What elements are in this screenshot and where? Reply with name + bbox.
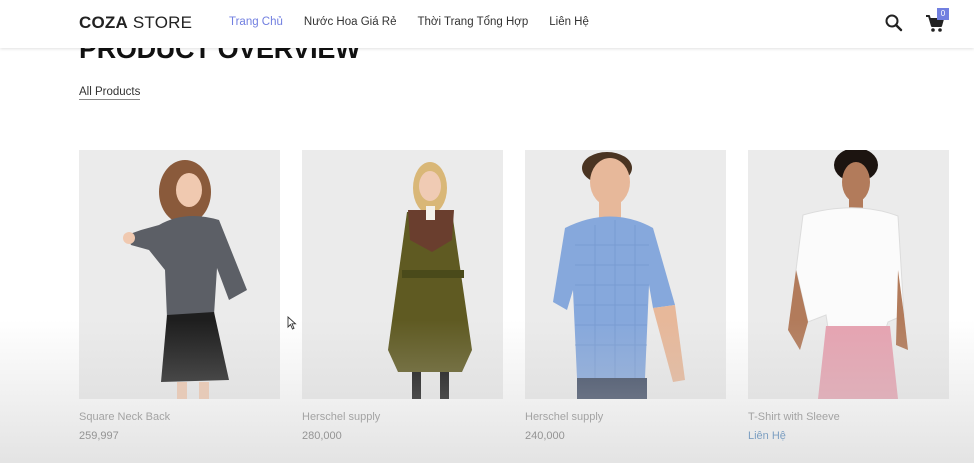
- product-price: 280,000: [302, 430, 342, 442]
- product-card: Square Neck Back 259,997: [79, 150, 280, 442]
- product-name[interactable]: T-Shirt with Sleeve: [748, 411, 840, 423]
- nav-item-lien-he[interactable]: Liên Hệ: [549, 16, 589, 28]
- search-icon[interactable]: [882, 11, 906, 35]
- nav-item-trang-chu[interactable]: Trang Chủ: [229, 16, 283, 28]
- header: COZA STORE Trang Chủ Nước Hoa Giá Rẻ Thờ…: [0, 0, 974, 48]
- main-nav: Trang Chủ Nước Hoa Giá Rẻ Thời Trang Tổn…: [229, 16, 610, 28]
- product-image[interactable]: [302, 150, 503, 399]
- cart-count-badge: 0: [937, 8, 949, 20]
- contact-link[interactable]: Liên Hệ: [748, 430, 786, 442]
- product-image[interactable]: [748, 150, 949, 399]
- nav-item-thoi-trang[interactable]: Thời Trang Tổng Hợp: [417, 16, 528, 28]
- product-card: T-Shirt with Sleeve Liên Hệ: [748, 150, 949, 442]
- product-card: Herschel supply 280,000: [302, 150, 503, 442]
- logo-light: STORE: [127, 13, 193, 32]
- product-name[interactable]: Herschel supply: [302, 411, 380, 423]
- logo[interactable]: COZA STORE: [79, 13, 192, 33]
- logo-bold: COZA: [79, 13, 128, 32]
- product-name[interactable]: Square Neck Back: [79, 411, 170, 423]
- nav-item-nuoc-hoa[interactable]: Nước Hoa Giá Rẻ: [304, 16, 397, 28]
- product-name[interactable]: Herschel supply: [525, 411, 603, 423]
- product-card: Herschel supply 240,000: [525, 150, 726, 442]
- filter-all-products[interactable]: All Products: [79, 86, 141, 100]
- mouse-cursor-icon: [287, 315, 297, 335]
- product-price: 259,997: [79, 430, 119, 442]
- product-image[interactable]: [79, 150, 280, 399]
- product-image[interactable]: [525, 150, 726, 399]
- product-price: 240,000: [525, 430, 565, 442]
